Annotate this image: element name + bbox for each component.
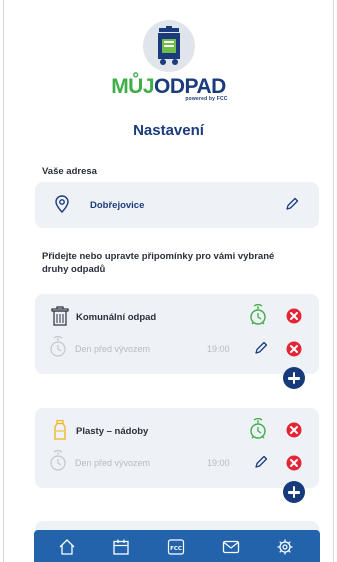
reminder-time: 19:00	[207, 344, 230, 354]
remove-reminder-x-icon[interactable]	[286, 341, 302, 362]
add-reminder-plus-icon[interactable]	[283, 481, 305, 503]
reminder-alarm-icon	[49, 449, 67, 477]
plastic-bottle-icon	[51, 419, 69, 445]
remove-reminder-x-icon[interactable]	[286, 455, 302, 476]
edit-address-pencil-icon[interactable]	[285, 197, 299, 216]
reminder-text: Den před vývozem	[75, 458, 151, 468]
address-city: Dobřejovice	[90, 200, 145, 211]
alarm-clock-icon[interactable]	[249, 303, 267, 331]
edit-reminder-pencil-icon[interactable]	[254, 455, 268, 474]
trash-bin-icon	[51, 306, 69, 331]
home-icon[interactable]	[58, 538, 76, 556]
waste-name: Plasty – nádoby	[76, 426, 149, 437]
calendar-icon[interactable]	[112, 538, 130, 556]
location-pin-icon	[55, 195, 69, 218]
address-label: Vaše adresa	[42, 166, 97, 177]
fcc-icon[interactable]: FCC	[167, 538, 185, 556]
app-logo: MŮJODPAD powered by FCC	[4, 20, 333, 102]
reminder-text: Den před vývozem	[75, 344, 151, 354]
waste-name: Komunální odpad	[76, 312, 157, 323]
brand-name: MŮJODPAD	[111, 75, 226, 98]
bottom-nav: FCC	[34, 530, 320, 562]
reminder-time: 19:00	[207, 458, 230, 468]
alarm-clock-icon[interactable]	[249, 417, 267, 445]
edit-reminder-pencil-icon[interactable]	[254, 341, 268, 360]
add-reminder-plus-icon[interactable]	[283, 367, 305, 389]
remove-waste-x-icon[interactable]	[286, 308, 302, 329]
remove-waste-x-icon[interactable]	[286, 422, 302, 443]
envelope-icon[interactable]	[222, 538, 240, 556]
fcc-label: FCC	[170, 546, 182, 552]
address-card[interactable]: Dobřejovice	[35, 182, 319, 228]
bin-logo-icon	[142, 20, 195, 72]
page-title: Nastavení	[133, 122, 204, 139]
gear-icon[interactable]	[276, 538, 294, 556]
reminders-label: Přidejte nebo upravte připomínky pro vám…	[42, 251, 275, 275]
app-screen: MŮJODPAD powered by FCC Nastavení Vaše a…	[3, 0, 334, 562]
reminder-alarm-icon	[49, 335, 67, 363]
waste-card-komunalni: Komunální odpad Den před vývozem 19:00	[35, 294, 319, 374]
waste-card-plasty: Plasty – nádoby Den před vývozem 19:00	[35, 408, 319, 488]
